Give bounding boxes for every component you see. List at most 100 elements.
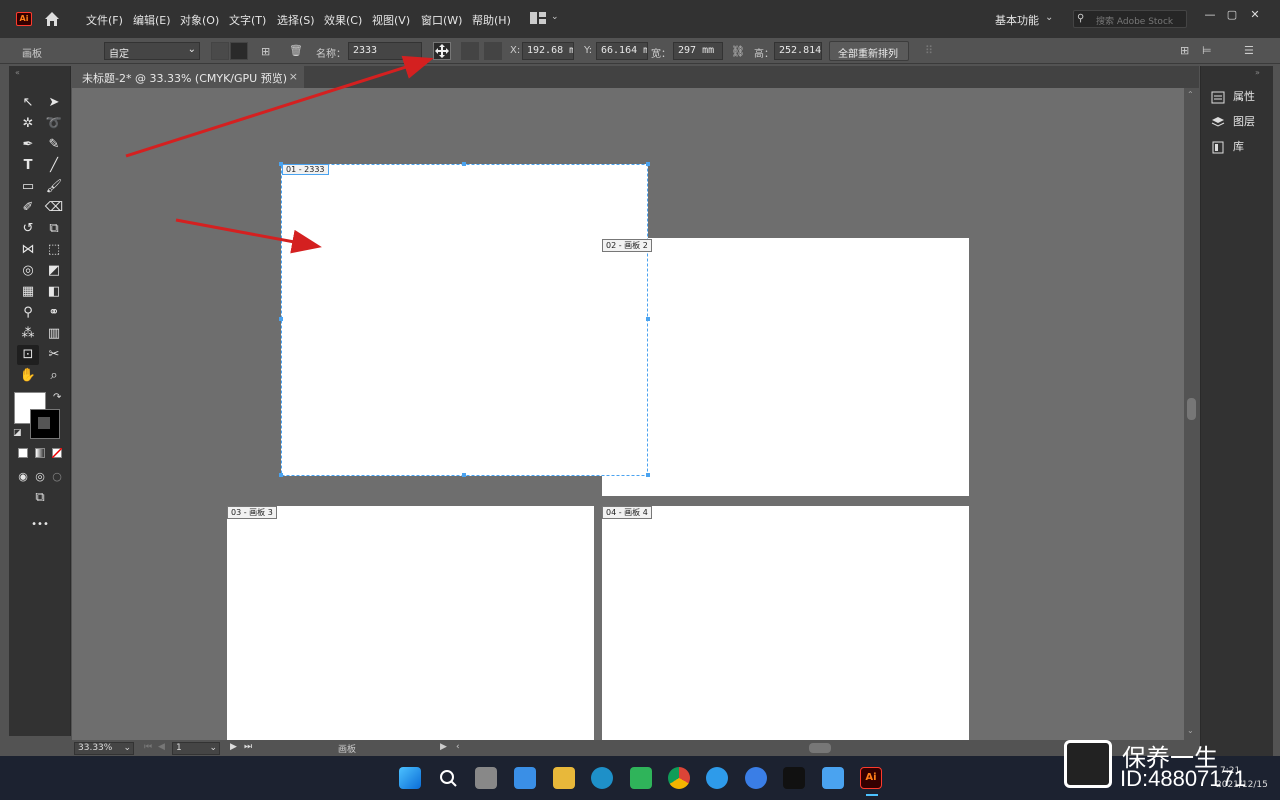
y-field[interactable]: 66.164 m: [596, 42, 648, 60]
illustrator-taskbar-icon[interactable]: Ai: [860, 767, 882, 789]
start-icon[interactable]: [399, 767, 421, 789]
properties-panel-button[interactable]: 属性: [1211, 88, 1255, 106]
scroll-down-icon[interactable]: ⌄: [1187, 726, 1194, 735]
menu-window[interactable]: 窗口(W): [421, 12, 462, 28]
blend-tool-icon[interactable]: ⚭: [43, 303, 65, 323]
draw-inside-icon[interactable]: ○: [46, 467, 68, 487]
file-explorer-icon[interactable]: [553, 767, 575, 789]
portrait-orientation-icon[interactable]: [211, 42, 229, 60]
gradient-tool-icon[interactable]: ◧: [43, 282, 65, 302]
first-artboard-icon[interactable]: ⏮: [144, 742, 152, 752]
maximize-button[interactable]: ▢: [1222, 8, 1242, 24]
x-field[interactable]: 192.68 m: [522, 42, 574, 60]
menu-help[interactable]: 帮助(H): [472, 12, 511, 28]
next-artboard-icon[interactable]: ▶: [230, 742, 237, 752]
search-icon[interactable]: [437, 767, 459, 789]
reference-point-icon[interactable]: [484, 42, 502, 60]
color-mode-icon[interactable]: [18, 448, 28, 458]
perspective-grid-tool-icon[interactable]: ◩: [43, 261, 65, 281]
scroll-up-icon[interactable]: ⌃: [1187, 90, 1194, 99]
more-tools-icon[interactable]: •••: [29, 515, 51, 535]
align-panel-icon[interactable]: ⊨: [1202, 44, 1212, 57]
symbol-sprayer-tool-icon[interactable]: ⁂: [17, 324, 39, 344]
paintbrush-tool-icon[interactable]: 🖌: [43, 177, 65, 197]
prev-artboard-icon[interactable]: ◀: [158, 742, 165, 752]
shape-builder-tool-icon[interactable]: ◎: [17, 261, 39, 281]
eyedropper-tool-icon[interactable]: ⚲: [17, 303, 39, 323]
align-grid-icon[interactable]: ⠿: [925, 44, 933, 57]
layers-panel-button[interactable]: 图层: [1211, 113, 1255, 131]
landscape-orientation-icon[interactable]: [230, 42, 248, 60]
zoom-tool-icon[interactable]: ⌕: [43, 366, 65, 386]
notepad-icon[interactable]: [822, 767, 844, 789]
scale-tool-icon[interactable]: ⧉: [43, 219, 65, 239]
default-colors-icon[interactable]: ◪: [13, 428, 22, 438]
hand-tool-icon[interactable]: ✋: [17, 366, 39, 386]
gradient-mode-icon[interactable]: [35, 448, 45, 458]
artboard-number-select[interactable]: 1 ⌄: [172, 742, 220, 755]
width-field[interactable]: 297 mm: [673, 42, 723, 60]
swap-fill-stroke-icon[interactable]: ↷: [53, 392, 61, 403]
magic-wand-tool-icon[interactable]: ✲: [17, 114, 39, 134]
chevron-down-icon[interactable]: ⌄: [551, 12, 559, 22]
vertical-scroll-thumb[interactable]: [1187, 398, 1196, 420]
eraser-tool-icon[interactable]: ⌫: [43, 198, 65, 218]
home-icon[interactable]: [43, 10, 61, 28]
selection-tool-icon[interactable]: ↖: [17, 93, 39, 113]
column-graph-tool-icon[interactable]: ▥: [43, 324, 65, 344]
pen-tool-icon[interactable]: ✒: [17, 135, 39, 155]
menu-object[interactable]: 对象(O): [180, 12, 219, 28]
lasso-tool-icon[interactable]: ➰: [43, 114, 65, 134]
direct-selection-tool-icon[interactable]: ➤: [43, 93, 65, 113]
menu-view[interactable]: 视图(V): [372, 12, 410, 28]
horizontal-scroll-thumb[interactable]: [809, 743, 831, 753]
panel-collapse-icon[interactable]: «: [15, 68, 20, 77]
panel-menu-icon[interactable]: ☰: [1244, 44, 1254, 57]
artboard-preset-select[interactable]: 自定 ⌄: [104, 42, 200, 60]
libraries-panel-button[interactable]: 库: [1211, 138, 1244, 156]
free-transform-tool-icon[interactable]: ⬚: [43, 240, 65, 260]
arrange-documents-icon[interactable]: [530, 12, 546, 24]
task-view-icon[interactable]: [475, 767, 497, 789]
line-tool-icon[interactable]: ╱: [43, 156, 65, 176]
artboard-tool-icon[interactable]: ⊡: [17, 345, 39, 365]
type-tool-icon[interactable]: T: [17, 156, 39, 176]
edge-browser-icon[interactable]: [591, 767, 613, 789]
vertical-scrollbar[interactable]: ⌃ ⌄: [1184, 88, 1199, 740]
minimize-button[interactable]: —: [1200, 8, 1220, 24]
delete-artboard-icon[interactable]: 🗑: [289, 44, 303, 57]
stock-search-input[interactable]: ⚲ 搜索 Adobe Stock: [1073, 10, 1187, 28]
qq-icon[interactable]: [783, 767, 805, 789]
shaper-tool-icon[interactable]: ✐: [17, 198, 39, 218]
menu-type[interactable]: 文字(T): [229, 12, 266, 28]
rectangle-tool-icon[interactable]: ▭: [17, 177, 39, 197]
canvas[interactable]: 01 - 2333 02 - 画板 2 03 - 画板 3 04 - 画板 4: [72, 88, 1184, 740]
transform-panel-icon[interactable]: ⊞: [1180, 44, 1189, 57]
new-artboard-icon[interactable]: ⊞: [261, 45, 270, 58]
chrome-icon[interactable]: [668, 767, 690, 789]
browser-icon[interactable]: [745, 767, 767, 789]
none-mode-icon[interactable]: [52, 448, 62, 458]
document-tab[interactable]: 未标题-2* @ 33.33% (CMYK/GPU 预览) ×: [72, 66, 304, 88]
menu-effect[interactable]: 效果(C): [324, 12, 362, 28]
artboard-name-field[interactable]: 2333: [348, 42, 422, 60]
stroke-swatch[interactable]: [30, 409, 60, 439]
menu-select[interactable]: 选择(S): [277, 12, 315, 28]
rearrange-all-button[interactable]: 全部重新排列: [829, 41, 909, 61]
rotate-tool-icon[interactable]: ↺: [17, 219, 39, 239]
menu-edit[interactable]: 编辑(E): [133, 12, 171, 28]
widgets-icon[interactable]: [514, 767, 536, 789]
constrain-proportions-icon[interactable]: ⛓: [731, 45, 745, 58]
mesh-tool-icon[interactable]: ▦: [17, 282, 39, 302]
workspace-switcher[interactable]: 基本功能: [995, 12, 1039, 28]
change-screen-mode-icon[interactable]: ⧉: [29, 488, 51, 508]
feishu-icon[interactable]: [706, 767, 728, 789]
wechat-icon[interactable]: [630, 767, 652, 789]
last-artboard-icon[interactable]: ⏭: [244, 742, 252, 752]
width-tool-icon[interactable]: ⋈: [17, 240, 39, 260]
close-button[interactable]: ✕: [1245, 8, 1265, 24]
chevron-down-icon[interactable]: ⌄: [1045, 12, 1053, 23]
height-field[interactable]: 252.814: [774, 42, 822, 60]
scroll-left-icon[interactable]: ‹: [456, 742, 460, 752]
slice-tool-icon[interactable]: ✂: [43, 345, 65, 365]
